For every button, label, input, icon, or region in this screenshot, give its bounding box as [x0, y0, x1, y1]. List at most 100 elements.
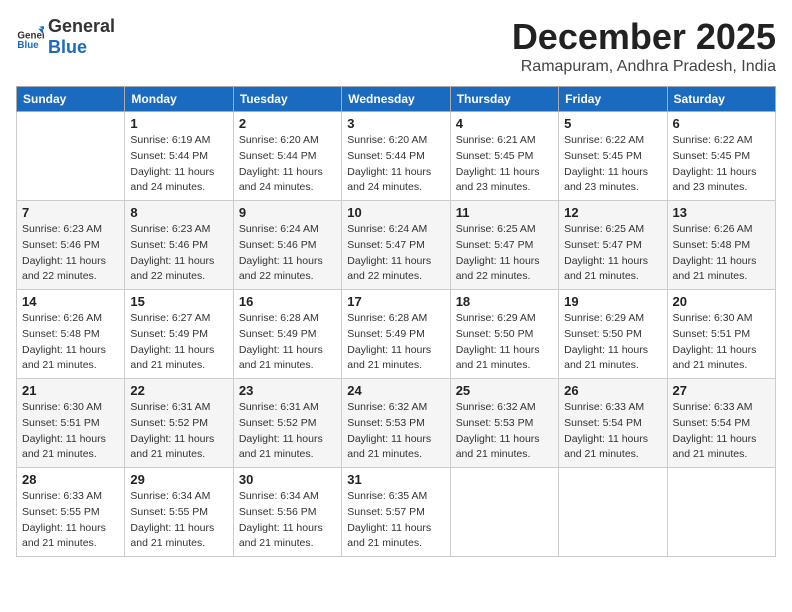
day-number: 29: [130, 472, 227, 487]
day-number: 21: [22, 383, 119, 398]
day-number: 5: [564, 116, 661, 131]
day-detail: Sunrise: 6:30 AMSunset: 5:51 PMDaylight:…: [22, 400, 119, 463]
day-detail: Sunrise: 6:23 AMSunset: 5:46 PMDaylight:…: [22, 222, 119, 285]
day-detail: Sunrise: 6:26 AMSunset: 5:48 PMDaylight:…: [22, 311, 119, 374]
day-number: 15: [130, 294, 227, 309]
day-header-saturday: Saturday: [667, 87, 775, 112]
month-title: December 2025: [512, 16, 776, 58]
day-header-sunday: Sunday: [17, 87, 125, 112]
day-detail: Sunrise: 6:32 AMSunset: 5:53 PMDaylight:…: [456, 400, 553, 463]
day-number: 4: [456, 116, 553, 131]
calendar-cell: 18Sunrise: 6:29 AMSunset: 5:50 PMDayligh…: [450, 290, 558, 379]
day-detail: Sunrise: 6:28 AMSunset: 5:49 PMDaylight:…: [239, 311, 336, 374]
day-number: 11: [456, 205, 553, 220]
location-title: Ramapuram, Andhra Pradesh, India: [512, 58, 776, 76]
calendar-cell: 22Sunrise: 6:31 AMSunset: 5:52 PMDayligh…: [125, 379, 233, 468]
day-detail: Sunrise: 6:23 AMSunset: 5:46 PMDaylight:…: [130, 222, 227, 285]
day-number: 10: [347, 205, 444, 220]
calendar-cell: 12Sunrise: 6:25 AMSunset: 5:47 PMDayligh…: [559, 201, 667, 290]
calendar-cell: 25 Sunrise: 6:32 AMSunset: 5:53 PMDayligh…: [450, 379, 558, 468]
day-number: 26: [564, 383, 661, 398]
day-detail: Sunrise: 6:34 AMSunset: 5:55 PMDaylight:…: [130, 489, 227, 552]
calendar-cell: 8 Sunrise: 6:23 AMSunset: 5:46 PMDaylight…: [125, 201, 233, 290]
day-detail: Sunrise: 6:27 AMSunset: 5:49 PMDaylight:…: [130, 311, 227, 374]
logo-general-text: General: [48, 16, 115, 36]
day-number: 23: [239, 383, 336, 398]
calendar-table: SundayMondayTuesdayWednesdayThursdayFrid…: [16, 86, 776, 557]
calendar-cell: 11 Sunrise: 6:25 AMSunset: 5:47 PMDayligh…: [450, 201, 558, 290]
header: General Blue General Blue December 2025 …: [16, 16, 776, 76]
day-detail: Sunrise: 6:24 AMSunset: 5:46 PMDaylight:…: [239, 222, 336, 285]
day-number: 25: [456, 383, 553, 398]
day-number: 14: [22, 294, 119, 309]
day-header-thursday: Thursday: [450, 87, 558, 112]
title-area: December 2025 Ramapuram, Andhra Pradesh,…: [512, 16, 776, 76]
day-number: 3: [347, 116, 444, 131]
calendar-cell: 5Sunrise: 6:22 AMSunset: 5:45 PMDaylight…: [559, 112, 667, 201]
day-number: 1: [130, 116, 227, 131]
calendar-cell: 19 Sunrise: 6:29 AMSunset: 5:50 PMDayligh…: [559, 290, 667, 379]
calendar-cell: 14 Sunrise: 6:26 AMSunset: 5:48 PMDayligh…: [17, 290, 125, 379]
calendar-cell: 26Sunrise: 6:33 AMSunset: 5:54 PMDayligh…: [559, 379, 667, 468]
day-number: 8: [130, 205, 227, 220]
day-number: 27: [673, 383, 770, 398]
day-detail: Sunrise: 6:20 AMSunset: 5:44 PMDaylight:…: [239, 133, 336, 196]
day-number: 18: [456, 294, 553, 309]
day-number: 19: [564, 294, 661, 309]
day-header-tuesday: Tuesday: [233, 87, 341, 112]
calendar-cell: 27Sunrise: 6:33 AMSunset: 5:54 PMDayligh…: [667, 379, 775, 468]
calendar-cell: 10 Sunrise: 6:24 AMSunset: 5:47 PMDayligh…: [342, 201, 450, 290]
calendar-cell: [17, 112, 125, 201]
svg-text:Blue: Blue: [17, 40, 39, 51]
day-detail: Sunrise: 6:25 AMSunset: 5:47 PMDaylight:…: [564, 222, 661, 285]
calendar-cell: 16 Sunrise: 6:28 AMSunset: 5:49 PMDayligh…: [233, 290, 341, 379]
calendar-cell: [667, 468, 775, 557]
calendar-cell: 2 Sunrise: 6:20 AMSunset: 5:44 PMDaylight…: [233, 112, 341, 201]
day-detail: Sunrise: 6:22 AMSunset: 5:45 PMDaylight:…: [673, 133, 770, 196]
calendar-cell: 21 Sunrise: 6:30 AMSunset: 5:51 PMDayligh…: [17, 379, 125, 468]
calendar-cell: 24 Sunrise: 6:32 AMSunset: 5:53 PMDayligh…: [342, 379, 450, 468]
day-number: 16: [239, 294, 336, 309]
day-detail: Sunrise: 6:25 AMSunset: 5:47 PMDaylight:…: [456, 222, 553, 285]
calendar-cell: 1Sunrise: 6:19 AMSunset: 5:44 PMDaylight…: [125, 112, 233, 201]
day-detail: Sunrise: 6:31 AMSunset: 5:52 PMDaylight:…: [239, 400, 336, 463]
day-detail: Sunrise: 6:20 AMSunset: 5:44 PMDaylight:…: [347, 133, 444, 196]
logo: General Blue General Blue: [16, 16, 115, 58]
calendar-cell: [450, 468, 558, 557]
day-header-monday: Monday: [125, 87, 233, 112]
day-detail: Sunrise: 6:26 AMSunset: 5:48 PMDaylight:…: [673, 222, 770, 285]
week-row-5: 28 Sunrise: 6:33 AMSunset: 5:55 PMDayligh…: [17, 468, 776, 557]
day-number: 31: [347, 472, 444, 487]
week-row-3: 14 Sunrise: 6:26 AMSunset: 5:48 PMDayligh…: [17, 290, 776, 379]
day-number: 13: [673, 205, 770, 220]
calendar-cell: 7 Sunrise: 6:23 AMSunset: 5:46 PMDaylight…: [17, 201, 125, 290]
day-detail: Sunrise: 6:35 AMSunset: 5:57 PMDaylight:…: [347, 489, 444, 552]
day-detail: Sunrise: 6:32 AMSunset: 5:53 PMDaylight:…: [347, 400, 444, 463]
day-detail: Sunrise: 6:33 AMSunset: 5:55 PMDaylight:…: [22, 489, 119, 552]
day-number: 9: [239, 205, 336, 220]
day-detail: Sunrise: 6:34 AMSunset: 5:56 PMDaylight:…: [239, 489, 336, 552]
day-detail: Sunrise: 6:31 AMSunset: 5:52 PMDaylight:…: [130, 400, 227, 463]
day-header-friday: Friday: [559, 87, 667, 112]
day-detail: Sunrise: 6:30 AMSunset: 5:51 PMDaylight:…: [673, 311, 770, 374]
calendar-cell: 28 Sunrise: 6:33 AMSunset: 5:55 PMDayligh…: [17, 468, 125, 557]
calendar-cell: 6Sunrise: 6:22 AMSunset: 5:45 PMDaylight…: [667, 112, 775, 201]
calendar-cell: 29 Sunrise: 6:34 AMSunset: 5:55 PMDayligh…: [125, 468, 233, 557]
day-number: 2: [239, 116, 336, 131]
day-detail: Sunrise: 6:28 AMSunset: 5:49 PMDaylight:…: [347, 311, 444, 374]
logo-blue-text: Blue: [48, 37, 87, 57]
day-number: 20: [673, 294, 770, 309]
day-detail: Sunrise: 6:29 AMSunset: 5:50 PMDaylight:…: [564, 311, 661, 374]
day-number: 30: [239, 472, 336, 487]
day-number: 28: [22, 472, 119, 487]
day-number: 7: [22, 205, 119, 220]
day-header-wednesday: Wednesday: [342, 87, 450, 112]
calendar-cell: 9 Sunrise: 6:24 AMSunset: 5:46 PMDaylight…: [233, 201, 341, 290]
day-detail: Sunrise: 6:21 AMSunset: 5:45 PMDaylight:…: [456, 133, 553, 196]
week-row-2: 7 Sunrise: 6:23 AMSunset: 5:46 PMDaylight…: [17, 201, 776, 290]
calendar-body: 1Sunrise: 6:19 AMSunset: 5:44 PMDaylight…: [17, 112, 776, 557]
week-row-4: 21 Sunrise: 6:30 AMSunset: 5:51 PMDayligh…: [17, 379, 776, 468]
day-detail: Sunrise: 6:24 AMSunset: 5:47 PMDaylight:…: [347, 222, 444, 285]
calendar-cell: 13 Sunrise: 6:26 AMSunset: 5:48 PMDayligh…: [667, 201, 775, 290]
day-number: 24: [347, 383, 444, 398]
